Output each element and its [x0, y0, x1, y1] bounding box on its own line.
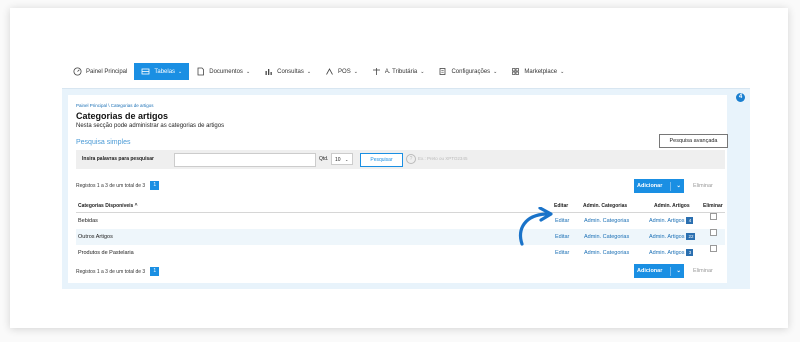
quantity-select[interactable]: 10 ⌄	[331, 153, 353, 165]
app-frame: Painel Principal Tabelas ⌄ Documentos ⌄ …	[10, 8, 788, 328]
nav-pos[interactable]: POS ⌄	[318, 63, 365, 80]
nav-label: POS	[338, 68, 351, 75]
admin-categories-link[interactable]: Admin. Categorias	[584, 229, 629, 245]
admin-articles-link[interactable]: Admin. Artigos	[649, 234, 684, 240]
search-label: Insira palavras para pesquisar	[82, 156, 154, 162]
table-header: Categorias Disponíveis ^ Editar Admin. C…	[76, 200, 725, 213]
advanced-search-button[interactable]: Pesquisa avançada	[659, 134, 728, 148]
delete-button-top[interactable]: Eliminar	[693, 183, 713, 189]
chevron-down-icon: ⌄	[178, 68, 183, 75]
search-button[interactable]: Pesquisar	[360, 153, 403, 167]
settings-icon	[438, 67, 447, 76]
page-title: Categorias de artigos	[76, 111, 169, 121]
nav-label: Configurações	[451, 68, 491, 75]
admin-articles-cell: Admin. Artigos 4	[649, 213, 694, 229]
edit-link[interactable]: Editar	[555, 213, 569, 229]
records-summary-text: Registos 1 a 3 de um total de 3	[76, 268, 146, 275]
header-category[interactable]: Categorias Disponíveis ^	[78, 200, 138, 212]
document-icon	[196, 67, 205, 76]
chart-icon	[264, 67, 273, 76]
records-summary-text: Registos 1 a 3 de um total de 3	[76, 182, 146, 189]
nav-tabelas[interactable]: Tabelas ⌄	[134, 63, 190, 80]
content-card: Painel Principal \ Categorias de artigos…	[68, 95, 728, 283]
article-count-badge: 4	[686, 217, 694, 225]
button-divider	[670, 181, 672, 191]
chevron-down-icon: ⌄	[560, 68, 565, 75]
page-number-button[interactable]: 1	[150, 267, 160, 276]
marketplace-icon	[511, 67, 520, 76]
table-row: Outros Artigos Editar Admin. Categorias …	[76, 229, 725, 245]
chevron-down-icon: ⌄	[344, 157, 349, 162]
chevron-down-icon: ⌄	[353, 68, 358, 75]
search-hint: Ex.: Preto ou XPTO2345	[418, 156, 468, 161]
simple-search-title: Pesquisa simples	[76, 139, 131, 146]
edit-link[interactable]: Editar	[555, 245, 569, 261]
info-badge[interactable]: 4	[736, 93, 745, 102]
search-bar: Insira palavras para pesquisar Qtd. 10 ⌄…	[76, 150, 725, 169]
delete-button-bottom[interactable]: Eliminar	[693, 268, 713, 274]
article-count-badge: 3	[686, 249, 694, 257]
article-count-badge: 22	[686, 233, 696, 241]
dashboard-icon	[73, 67, 82, 76]
breadcrumb[interactable]: Painel Principal \ Categorias de artigos	[76, 103, 154, 108]
categories-table: Categorias Disponíveis ^ Editar Admin. C…	[76, 200, 725, 261]
nav-label: Marketplace	[524, 68, 558, 75]
page-subtitle: Nesta secção pode administrar as categor…	[76, 123, 225, 129]
table-row: Bebidas Editar Admin. Categorias Admin. …	[76, 213, 725, 229]
records-summary-top: Registos 1 a 3 de um total de 3 1	[76, 181, 160, 190]
chevron-down-icon: ⌄	[420, 68, 425, 75]
add-button-label: Adicionar	[637, 183, 663, 189]
content-panel: 4 Painel Principal \ Categorias de artig…	[62, 88, 750, 289]
header-admin-articles: Admin. Artigos	[654, 203, 690, 209]
category-name: Outros Artigos	[78, 234, 113, 240]
chevron-down-icon: ⌄	[493, 68, 498, 75]
delete-checkbox[interactable]	[710, 245, 717, 252]
help-icon[interactable]: ?	[406, 154, 416, 164]
nav-tributaria[interactable]: A. Tributária ⌄	[365, 63, 432, 80]
tables-icon	[141, 67, 150, 76]
admin-articles-link[interactable]: Admin. Artigos	[649, 250, 684, 256]
admin-articles-link[interactable]: Admin. Artigos	[649, 218, 684, 224]
records-summary-bottom: Registos 1 a 3 de um total de 3 1	[76, 267, 160, 276]
nav-label: Tabelas	[154, 68, 176, 75]
nav-label: A. Tributária	[384, 68, 418, 75]
nav-label: Consultas	[277, 68, 304, 75]
delete-checkbox[interactable]	[710, 229, 717, 236]
nav-marketplace[interactable]: Marketplace ⌄	[504, 63, 571, 80]
nav-label: Painel Principal	[86, 68, 128, 75]
nav-painel-principal[interactable]: Painel Principal	[66, 63, 134, 80]
delete-checkbox[interactable]	[710, 213, 717, 220]
admin-categories-link[interactable]: Admin. Categorias	[584, 245, 629, 261]
annotation-arrow-icon	[519, 207, 553, 246]
add-button-label: Adicionar	[637, 268, 663, 274]
balance-icon	[372, 67, 381, 76]
add-button-top[interactable]: Adicionar ⌄	[634, 179, 684, 193]
button-divider	[670, 266, 672, 276]
nav-label: Documentos	[209, 68, 243, 75]
chevron-down-icon[interactable]: ⌄	[676, 268, 681, 274]
top-navbar: Painel Principal Tabelas ⌄ Documentos ⌄ …	[58, 54, 754, 88]
add-button-bottom[interactable]: Adicionar ⌄	[634, 264, 684, 278]
chevron-down-icon: ⌄	[306, 68, 312, 75]
header-edit: Editar	[554, 203, 569, 209]
pos-icon	[325, 67, 334, 76]
nav-configuracoes[interactable]: Configurações ⌄	[431, 63, 504, 80]
quantity-value: 10	[335, 157, 341, 163]
quantity-label: Qtd.	[319, 156, 329, 162]
category-name: Produtos de Pastelaria	[78, 250, 134, 256]
admin-articles-cell: Admin. Artigos 3	[649, 245, 694, 261]
chevron-down-icon[interactable]: ⌄	[676, 183, 681, 189]
chevron-down-icon: ⌄	[245, 68, 251, 75]
table-row: Produtos de Pastelaria Editar Admin. Cat…	[76, 245, 725, 261]
search-input[interactable]	[174, 153, 316, 167]
header-admin-categories: Admin. Categorias	[583, 203, 628, 209]
nav-documentos[interactable]: Documentos ⌄	[189, 63, 257, 80]
admin-articles-cell: Admin. Artigos 22	[649, 229, 696, 245]
edit-link[interactable]: Editar	[555, 229, 569, 245]
category-name: Bebidas	[78, 218, 98, 224]
admin-categories-link[interactable]: Admin. Categorias	[584, 213, 629, 229]
nav-consultas[interactable]: Consultas ⌄	[257, 63, 318, 80]
header-delete: Eliminar	[703, 203, 723, 209]
page-number-button[interactable]: 1	[150, 181, 160, 190]
